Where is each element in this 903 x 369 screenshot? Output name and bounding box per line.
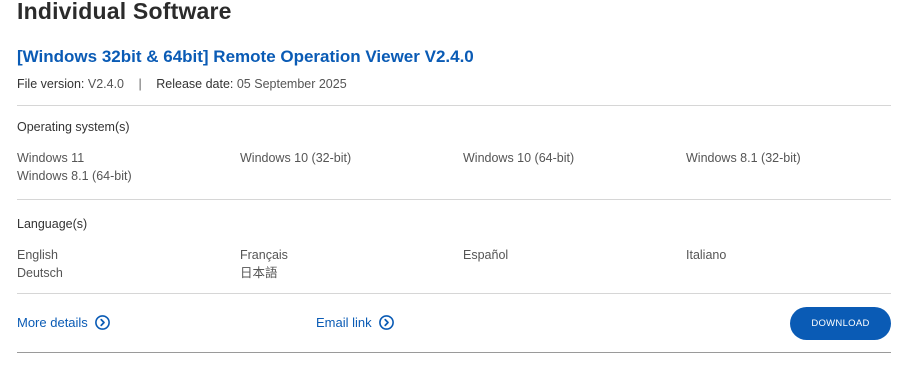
more-details-link[interactable]: More details <box>17 315 110 330</box>
product-title-link[interactable]: [Windows 32bit & 64bit] Remote Operation… <box>17 47 474 67</box>
chevron-right-circle-icon <box>378 315 394 330</box>
email-link[interactable]: Email link <box>316 315 394 330</box>
divider <box>17 105 891 106</box>
release-date-label: Release date: <box>156 77 234 91</box>
language-item: Italiano <box>686 248 727 262</box>
file-version-label: File version: <box>17 77 85 91</box>
language-section-label: Language(s) <box>17 217 88 231</box>
os-item: Windows 8.1 (32-bit) <box>686 151 801 165</box>
os-item: Windows 11 <box>17 151 85 165</box>
meta-separator: | <box>138 77 142 91</box>
language-item: Français <box>240 248 288 262</box>
divider <box>17 199 891 200</box>
os-item: Windows 10 (64-bit) <box>463 151 575 165</box>
chevron-right-circle-icon <box>94 315 110 330</box>
language-item: English <box>17 248 58 262</box>
page-title: Individual Software <box>17 0 232 24</box>
download-button[interactable]: DOWNLOAD <box>790 307 891 340</box>
language-item: Deutsch <box>17 266 63 280</box>
language-list: English Français Español Italiano Deutsc… <box>17 248 903 280</box>
file-version-value: V2.4.0 <box>87 77 125 91</box>
language-item: Español <box>463 248 509 262</box>
os-item: Windows 10 (32-bit) <box>240 151 352 165</box>
release-date-value: 05 September 2025 <box>236 77 347 91</box>
divider <box>17 352 891 353</box>
os-list: Windows 11 Windows 10 (32-bit) Windows 1… <box>17 151 903 183</box>
divider <box>17 293 891 294</box>
email-link-label: Email link <box>316 315 372 330</box>
os-section-label: Operating system(s) <box>17 120 130 134</box>
more-details-label: More details <box>17 315 88 330</box>
file-meta: File version: V2.4.0 | Release date: 05 … <box>17 77 347 91</box>
os-item: Windows 8.1 (64-bit) <box>17 169 132 183</box>
language-item: 日本語 <box>240 266 278 280</box>
